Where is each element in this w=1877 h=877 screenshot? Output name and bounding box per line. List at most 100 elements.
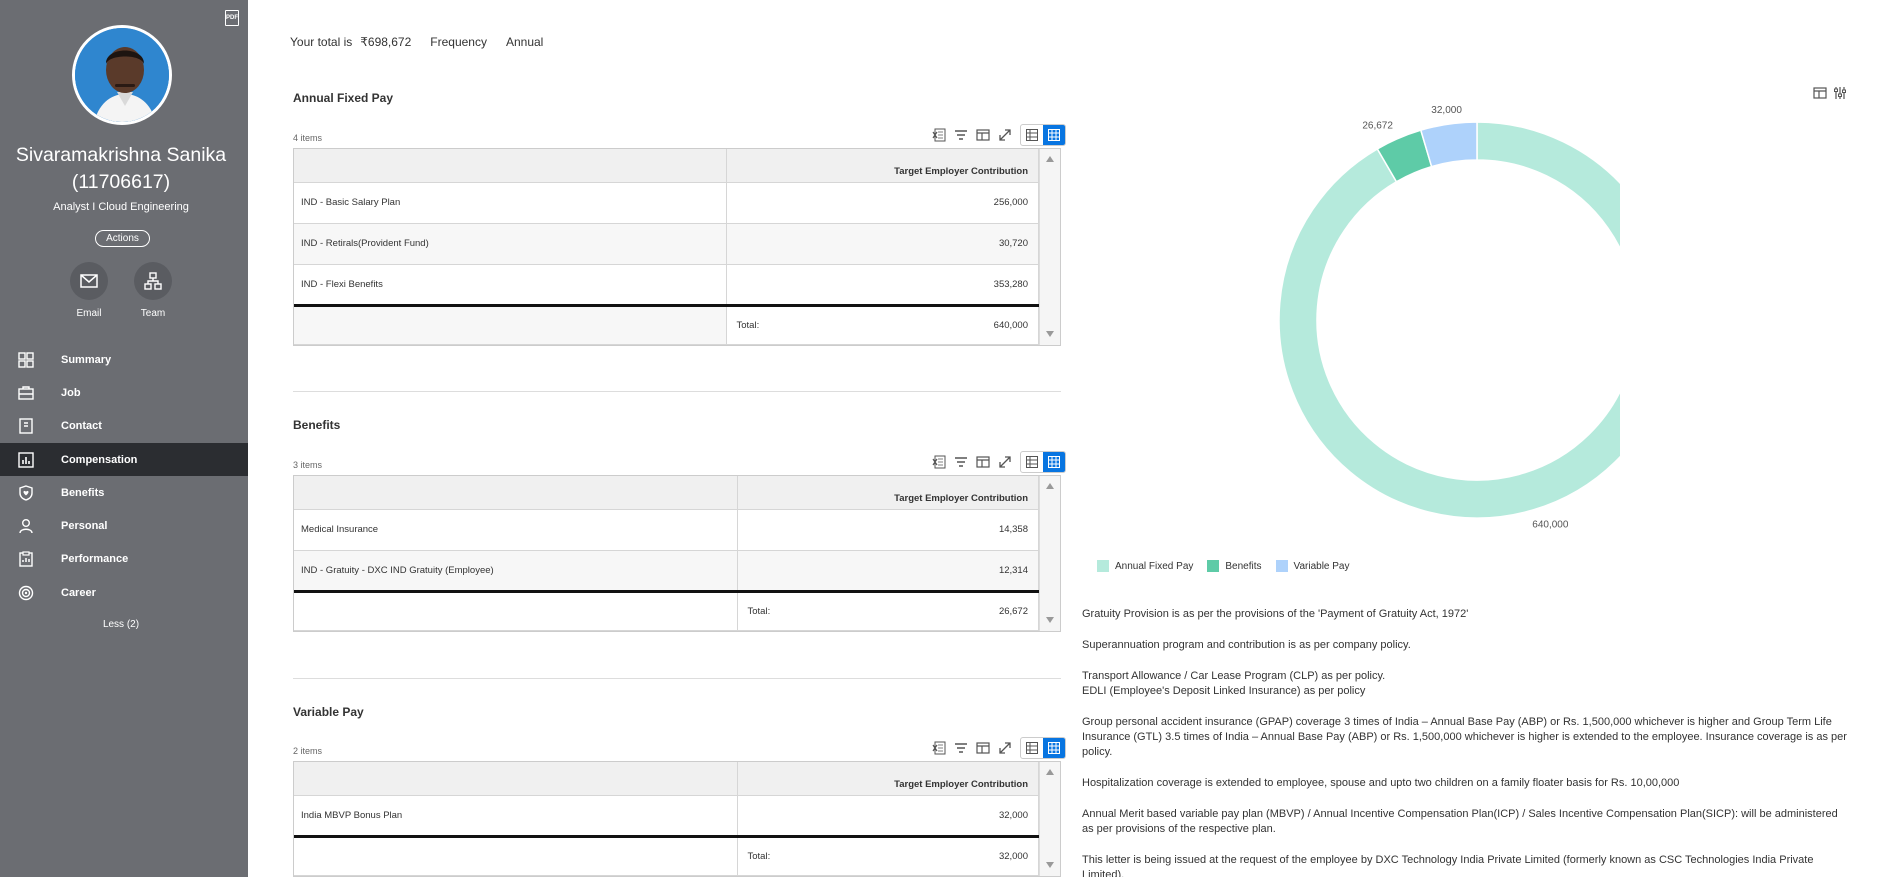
legend-label: Annual Fixed Pay — [1115, 560, 1194, 572]
section-divider — [293, 391, 1061, 392]
note-text: This letter is being issued at the reque… — [1082, 854, 1814, 877]
data-label: 640,000 — [1532, 520, 1569, 531]
fullscreen-icon[interactable] — [994, 737, 1016, 759]
total-label: Total: — [747, 605, 771, 617]
sidebar-item-label: Benefits — [61, 486, 105, 499]
sidebar-item-label: Performance — [61, 553, 129, 566]
actions-button[interactable]: Actions — [95, 230, 150, 247]
grid-view-icon[interactable] — [1043, 738, 1065, 758]
sidebar-nav: Summary Job Contact Compensation Benefit… — [0, 343, 248, 609]
sidebar-item-compensation[interactable]: Compensation — [0, 442, 248, 477]
donut-slice[interactable] — [1278, 121, 1620, 519]
row-name: IND - Retirals(Provident Fund) — [294, 223, 727, 265]
total-row: Total: 32,000 — [294, 834, 1039, 876]
row-value: 14,358 — [737, 509, 1039, 551]
note-text: Gratuity Provision is as per the provisi… — [1082, 608, 1469, 620]
filter-icon[interactable] — [950, 737, 972, 759]
team-action[interactable]: Team — [123, 262, 183, 319]
employee-role: Analyst I Cloud Engineering — [53, 201, 189, 213]
export-excel-icon[interactable] — [928, 737, 950, 759]
row-name: IND - Flexi Benefits — [294, 264, 727, 306]
compensation-summary: Your total is ₹698,672 Frequency Annual — [290, 35, 551, 49]
sidebar-item-label: Career — [61, 586, 96, 599]
table-row[interactable]: India MBVP Bonus Plan 32,000 — [294, 795, 1039, 837]
sidebar-item-summary[interactable]: Summary — [0, 343, 248, 376]
sidebar-item-performance[interactable]: Performance — [0, 543, 248, 576]
total-value: 640,000 — [993, 319, 1028, 331]
table-view-icon[interactable] — [1021, 125, 1043, 145]
chart-controls — [1812, 82, 1848, 104]
sidebar-item-label: Summary — [61, 353, 112, 366]
donut-slice[interactable] — [1419, 121, 1478, 168]
chart-settings-icon[interactable] — [1832, 82, 1848, 104]
column-header[interactable]: Target Employer Contribution — [737, 762, 1039, 796]
legend-item[interactable]: Variable Pay — [1275, 560, 1350, 572]
columns-icon[interactable] — [972, 451, 994, 473]
compensation-donut-chart: 640,000 26,672 32,000 — [1278, 105, 1620, 531]
grid-benefits: Target Employer Contribution Medical Ins… — [293, 475, 1061, 632]
section-divider — [293, 678, 1061, 679]
items-count: 3 items — [293, 460, 323, 470]
total-cell: Total: 640,000 — [726, 303, 1039, 345]
table-row[interactable]: IND - Basic Salary Plan 256,000 — [294, 182, 1039, 224]
email-action[interactable]: Email — [59, 262, 119, 319]
sidebar-item-benefits[interactable]: Benefits — [0, 476, 248, 509]
table-row[interactable]: Medical Insurance 14,358 — [294, 509, 1039, 551]
column-header[interactable]: Target Employer Contribution — [726, 149, 1039, 183]
table-view-icon[interactable] — [1021, 738, 1043, 758]
grid-view-icon[interactable] — [1043, 452, 1065, 472]
row-value: 353,280 — [726, 264, 1039, 306]
sidebar-item-job[interactable]: Job — [0, 376, 248, 409]
summary-icon — [18, 351, 34, 368]
grid-variable-pay: Target Employer Contribution India MBVP … — [293, 761, 1061, 877]
grid-scrollbar[interactable] — [1039, 149, 1060, 345]
legend-label: Benefits — [1225, 560, 1262, 572]
grid-scrollbar[interactable] — [1039, 762, 1060, 876]
fullscreen-icon[interactable] — [994, 451, 1016, 473]
employee-name: Sivaramakrishna Sanika (11706617) — [15, 144, 227, 193]
note-text: Group personal accident insurance (GPAP)… — [1082, 716, 1847, 758]
columns-icon[interactable] — [972, 737, 994, 759]
legend-item[interactable]: Annual Fixed Pay — [1097, 560, 1193, 572]
grid-view-icon[interactable] — [1043, 125, 1065, 145]
export-excel-icon[interactable] — [928, 124, 950, 146]
sidebar-item-career[interactable]: Career — [0, 576, 248, 609]
row-name: Medical Insurance — [294, 509, 738, 551]
grid-annual-fixed-pay: Target Employer Contribution IND - Basic… — [293, 148, 1061, 346]
team-label: Team — [140, 308, 166, 319]
grid-toolbar — [928, 124, 1066, 146]
sidebar-item-contact[interactable]: Contact — [0, 410, 248, 443]
chart-legend: Annual Fixed Pay Benefits Variable Pay — [1097, 560, 1350, 572]
person-icon — [18, 518, 34, 534]
avatar — [72, 25, 172, 125]
contact-icon — [18, 418, 34, 434]
pdf-export-icon[interactable]: PDF — [225, 10, 239, 26]
legend-swatch — [1097, 560, 1109, 572]
compensation-icon — [18, 451, 34, 468]
total-value: 26,672 — [998, 605, 1028, 617]
table-row[interactable]: IND - Flexi Benefits 353,280 — [294, 264, 1039, 306]
grid-toolbar — [928, 737, 1066, 759]
chart-table-toggle-icon[interactable] — [1812, 82, 1828, 104]
column-header[interactable]: Target Employer Contribution — [737, 476, 1039, 510]
fullscreen-icon[interactable] — [994, 124, 1016, 146]
table-row[interactable]: IND - Retirals(Provident Fund) 30,720 — [294, 223, 1039, 265]
note-text: Superannuation program and contribution … — [1082, 639, 1411, 651]
clipboard-icon — [18, 551, 34, 568]
less-link[interactable]: Less (2) — [0, 619, 242, 630]
filter-icon[interactable] — [950, 124, 972, 146]
grid-scrollbar[interactable] — [1039, 476, 1060, 631]
sidebar-item-label: Compensation — [61, 453, 138, 466]
table-row[interactable]: IND - Gratuity - DXC IND Gratuity (Emplo… — [294, 550, 1039, 592]
legend-item[interactable]: Benefits — [1207, 560, 1262, 572]
export-excel-icon[interactable] — [928, 451, 950, 473]
row-value: 32,000 — [737, 795, 1039, 837]
columns-icon[interactable] — [972, 124, 994, 146]
sidebar-item-personal[interactable]: Personal — [0, 509, 248, 542]
frequency-value: Annual — [505, 35, 544, 49]
row-value: 12,314 — [737, 550, 1039, 592]
filter-icon[interactable] — [950, 451, 972, 473]
org-chart-icon — [134, 262, 172, 300]
table-view-icon[interactable] — [1021, 452, 1043, 472]
briefcase-icon — [18, 385, 34, 401]
